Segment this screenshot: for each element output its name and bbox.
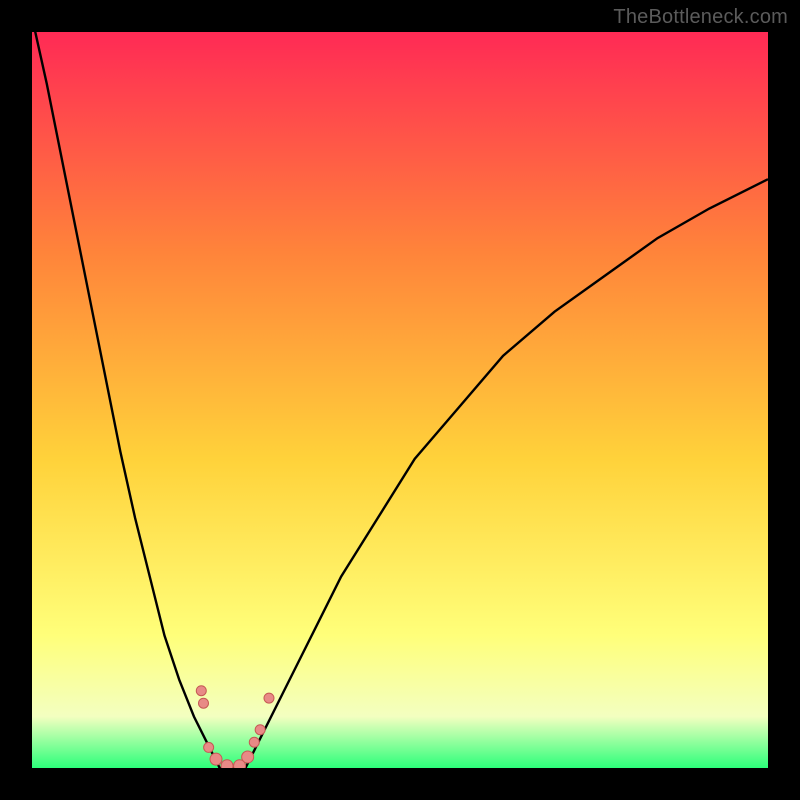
data-marker xyxy=(210,753,222,765)
data-marker xyxy=(221,760,233,768)
data-marker xyxy=(204,742,214,752)
data-marker xyxy=(249,737,259,747)
data-marker xyxy=(196,686,206,696)
bottleneck-chart xyxy=(32,32,768,768)
plot-frame xyxy=(32,32,768,768)
data-marker xyxy=(255,725,265,735)
data-marker xyxy=(264,693,274,703)
chart-stage: TheBottleneck.com xyxy=(0,0,800,800)
data-marker xyxy=(198,698,208,708)
data-marker xyxy=(242,751,254,763)
watermark-text: TheBottleneck.com xyxy=(613,6,788,29)
gradient-background xyxy=(32,32,768,768)
